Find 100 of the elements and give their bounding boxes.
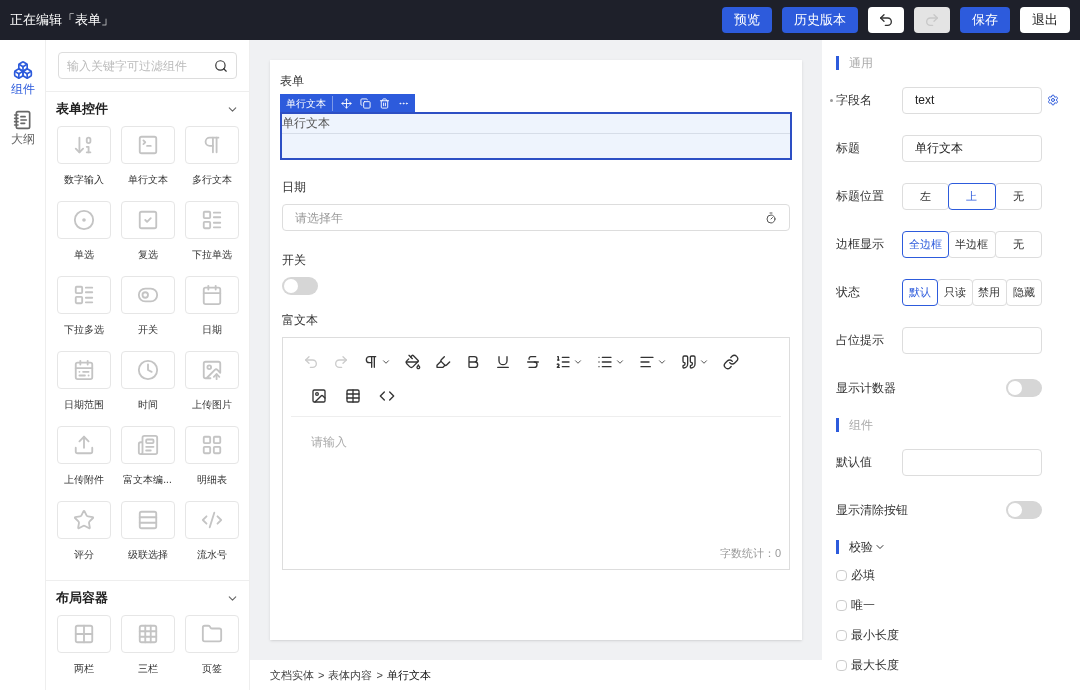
breadcrumb-link[interactable]: 表体内容 [328, 666, 373, 684]
property-label: 占位提示 [836, 332, 884, 349]
settings-icon[interactable] [1047, 94, 1059, 106]
section-marker [836, 56, 839, 70]
property-input[interactable] [902, 326, 1042, 354]
quote-icon[interactable] [681, 354, 697, 370]
segment-option[interactable]: 全边框 [902, 230, 950, 258]
component-tile[interactable] [56, 276, 111, 314]
component-label: 富文本编... [123, 473, 172, 487]
undo-icon [878, 12, 894, 28]
component-tile[interactable] [120, 276, 175, 314]
search-icon[interactable] [214, 58, 228, 73]
caret-icon[interactable] [381, 357, 391, 367]
checkbox[interactable] [836, 599, 847, 611]
grid-icon [136, 623, 159, 645]
component-tile[interactable] [184, 126, 239, 164]
trash-icon[interactable] [379, 97, 390, 109]
component-tile[interactable] [184, 276, 239, 314]
group-title: 表单控件 [56, 100, 108, 119]
underline-icon[interactable] [495, 354, 511, 370]
component-tile[interactable] [56, 351, 111, 389]
highlighter-icon[interactable] [435, 354, 451, 370]
segment-option[interactable]: 无 [994, 230, 1042, 258]
radio-icon [72, 209, 95, 231]
pilcrow-icon[interactable] [363, 354, 379, 370]
property-input[interactable]: 单行文本 [902, 134, 1042, 162]
section-marker [836, 540, 839, 554]
checkbox[interactable] [836, 629, 847, 641]
link-icon[interactable] [723, 354, 739, 370]
image-icon[interactable] [311, 388, 327, 404]
segment-option[interactable]: 上 [948, 182, 996, 210]
component-tile[interactable] [120, 351, 175, 389]
terminal-icon [136, 134, 159, 156]
component-tile[interactable] [120, 426, 175, 464]
component-tile[interactable] [56, 615, 111, 653]
code-icon[interactable] [379, 388, 395, 404]
field-label: 富文本 [282, 312, 319, 329]
component-tile[interactable] [120, 126, 175, 164]
component-tile[interactable] [56, 201, 111, 239]
header-button[interactable]: 预览 [722, 7, 772, 33]
component-tile[interactable] [184, 351, 239, 389]
word-count: 字数统计：0 [718, 545, 782, 561]
toolbar-label: 单行文本 [286, 95, 333, 111]
bullet-list-icon[interactable] [597, 354, 613, 370]
caret-icon[interactable] [573, 357, 583, 367]
segment-option[interactable]: 默认 [902, 278, 938, 306]
component-tile[interactable] [184, 426, 239, 464]
checkbox-icon [136, 209, 159, 231]
caret-icon[interactable] [699, 357, 709, 367]
toggle-switch[interactable] [282, 277, 318, 295]
component-tile[interactable] [56, 126, 111, 164]
property-input[interactable] [902, 448, 1042, 476]
checkbox[interactable] [836, 569, 847, 581]
toggle-switch[interactable] [1006, 501, 1042, 519]
property-label: 显示计数器 [836, 380, 896, 397]
group-title: 布局容器 [56, 589, 108, 608]
align-icon[interactable] [639, 354, 655, 370]
undo-button[interactable] [868, 7, 904, 33]
toggle-switch[interactable] [1006, 379, 1042, 397]
selected-field[interactable]: 单行文本 [280, 112, 792, 160]
copy-icon[interactable] [360, 97, 371, 109]
rail-tab[interactable]: 组件 [10, 60, 35, 98]
component-tile[interactable] [56, 426, 111, 464]
component-tile[interactable] [184, 201, 239, 239]
component-label: 多行文本 [191, 173, 232, 187]
rail-tab[interactable]: 大纲 [10, 110, 35, 148]
editor-placeholder: 请输入 [310, 434, 348, 451]
segment-option[interactable]: 隐藏 [1006, 278, 1042, 306]
strikethrough-icon[interactable] [525, 354, 541, 370]
redo-icon[interactable] [333, 354, 349, 370]
property-label: 字段名 [836, 92, 872, 109]
caret-icon[interactable] [657, 357, 667, 367]
component-tile[interactable] [184, 501, 239, 539]
component-label: 页签 [201, 662, 222, 676]
caret-icon[interactable] [615, 357, 625, 367]
bold-icon[interactable] [465, 354, 481, 370]
undo-icon[interactable] [303, 354, 319, 370]
header-button[interactable]: 保存 [960, 7, 1010, 33]
header-button[interactable]: 退出 [1020, 7, 1070, 33]
property-input[interactable]: text [902, 86, 1042, 114]
checkbox[interactable] [836, 659, 847, 671]
table-icon[interactable] [345, 388, 361, 404]
component-label: 两栏 [73, 662, 94, 676]
move-icon[interactable] [341, 97, 352, 109]
breadcrumb-link[interactable]: 文档实体 [270, 666, 314, 684]
component-tile[interactable] [120, 615, 175, 653]
component-tile[interactable] [120, 501, 175, 539]
checkbox-label: 最小长度 [851, 627, 899, 644]
breadcrumb-link[interactable]: 单行文本 [386, 666, 431, 684]
ordered-list-icon[interactable] [555, 354, 571, 370]
component-label: 上传附件 [63, 473, 104, 487]
field-label: 单行文本 [282, 114, 790, 134]
component-tile[interactable] [56, 501, 111, 539]
header-button[interactable]: 历史版本 [782, 7, 858, 33]
checkbox-label: 唯一 [851, 597, 875, 614]
checkbox-label: 最大长度 [851, 657, 899, 674]
page-title: 正在编辑「表单」 [10, 11, 114, 30]
component-tile[interactable] [120, 201, 175, 239]
date-placeholder: 请选择年 [295, 209, 343, 227]
component-tile[interactable] [184, 615, 239, 653]
